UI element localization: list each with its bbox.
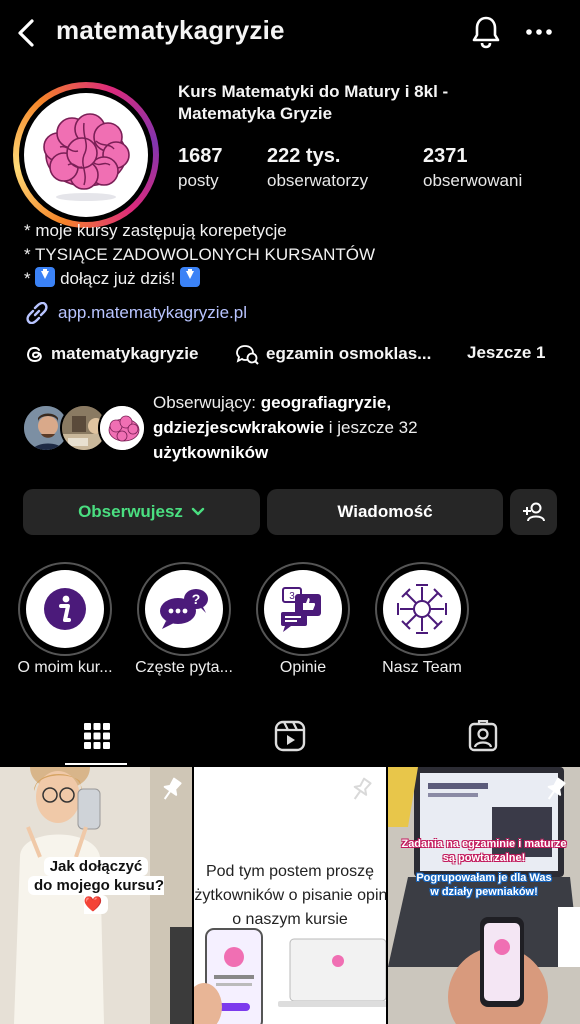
tagged-icon <box>468 720 497 752</box>
post-caption-overlay: Pod tym postem proszę użytkowników o pis… <box>194 860 386 932</box>
post-text-line: Jak dołączyć <box>43 857 149 876</box>
profile-tabs <box>0 706 580 766</box>
post-text-line: Zadania na egzaminie i maturze <box>401 838 567 850</box>
posts-grid: Jak dołączyć do mojego kursu? ❤️ Pod tym… <box>0 767 580 1024</box>
more-options-icon[interactable] <box>524 20 554 44</box>
bio-line-prefix: * <box>24 269 36 288</box>
back-arrow-icon[interactable] <box>12 16 42 50</box>
stat-following-value: 2371 <box>423 145 468 167</box>
post-text-line: do mojego kursu? ❤️ <box>27 876 164 914</box>
channel-chat-icon <box>236 345 259 365</box>
more-links-button[interactable]: Jeszcze 1 <box>467 343 545 363</box>
profile-username: matematykagryzie <box>56 15 285 45</box>
stat-followers-value: 222 tys. <box>267 145 341 167</box>
highlight-ring <box>18 562 112 656</box>
top-bar: matematykagryzie <box>0 0 580 66</box>
down-arrow-emoji-icon <box>180 267 201 287</box>
post-caption-overlay: Jak dołączyć do mojego kursu? ❤️ <box>16 857 176 914</box>
pin-icon <box>163 777 182 800</box>
bio-line: * moje kursy zastępują korepetycje <box>24 221 287 240</box>
svg-text:?: ? <box>192 591 201 607</box>
down-arrow-emoji-icon <box>35 267 56 287</box>
active-tab-indicator <box>65 763 127 765</box>
threads-profile-link[interactable]: matematykagryzie <box>24 343 198 365</box>
full-name-line2: Matematyka Gryzie <box>178 104 333 123</box>
follower-avatar <box>98 404 146 452</box>
post-caption-overlay: Zadania na egzaminie i maturze są powtar… <box>394 837 574 899</box>
highlight-ring: ? <box>137 562 231 656</box>
followers-last: użytkowników <box>153 443 269 462</box>
follower-name[interactable]: gdziezjescwkrakowie <box>153 418 324 437</box>
highlight-item[interactable]: 3 Opinie <box>256 562 350 676</box>
link-icon <box>26 302 48 324</box>
post-thumbnail[interactable]: Zadania na egzaminie i maturze są powtar… <box>388 767 580 1024</box>
message-label: Wiadomość <box>337 502 433 521</box>
tab-reels[interactable] <box>193 706 386 766</box>
suggested-users-button[interactable] <box>510 489 557 535</box>
stat-following-label: obserwowani <box>423 171 523 190</box>
highlight-ring: 3 <box>256 562 350 656</box>
post-text-line: Pod tym postem proszę <box>205 863 375 880</box>
team-icon <box>397 584 447 634</box>
threads-icon <box>27 346 42 363</box>
stat-followers-label: obserwatorzy <box>267 171 369 190</box>
svg-text:3: 3 <box>289 591 295 602</box>
more-links-label: Jeszcze 1 <box>467 343 546 362</box>
profile-full-name: Kurs Matematyki do Matury i 8kl - Matema… <box>178 81 558 125</box>
profile-links-row: matematykagryzie egzamin osmoklas... Jes… <box>24 343 580 367</box>
followers-rest: jeszcze 32 <box>337 418 418 437</box>
message-button[interactable]: Wiadomość <box>267 489 503 535</box>
mutual-followers-text: Obserwujący: geografiagryzie, gdziezjesc… <box>153 390 573 465</box>
chevron-down-icon <box>191 507 205 516</box>
followers-and: i <box>324 418 338 437</box>
stat-following[interactable]: 2371 obserwowani <box>423 143 522 193</box>
post-text-line: o naszym kursie <box>232 911 348 928</box>
post-text-line: w działy pewniaków! <box>430 886 538 898</box>
post-text-line: są powtarzalne! <box>442 852 526 864</box>
threads-handle: matematykagryzie <box>51 344 199 363</box>
followers-prefix: Obserwujący: <box>153 393 261 412</box>
stat-followers[interactable]: 222 tys. obserwatorzy <box>267 143 368 193</box>
bio-line: * dołącz już dziś! <box>24 267 375 291</box>
grid-icon <box>83 723 110 749</box>
bio-line: * TYSIĄCE ZADOWOLONYCH KURSANTÓW <box>24 245 376 264</box>
channel-name: egzamin osmoklas... <box>266 344 432 363</box>
highlight-item[interactable]: O moim kur... <box>17 562 113 676</box>
full-name-line1: Kurs Matematyki do Matury i 8kl - <box>178 82 449 101</box>
profile-avatar[interactable] <box>13 82 159 228</box>
add-user-icon <box>522 502 545 522</box>
brain-logo-icon <box>24 93 148 217</box>
website-url[interactable]: app.matematykagryzie.pl <box>58 303 247 323</box>
tab-posts-grid[interactable] <box>0 706 193 766</box>
info-icon <box>44 588 86 630</box>
stat-posts-value: 1687 <box>178 145 223 167</box>
post-thumbnail[interactable]: Pod tym postem proszę użytkowników o pis… <box>194 767 386 1024</box>
reviews-icon: 3 <box>281 587 321 632</box>
post-thumbnail[interactable]: Jak dołączyć do mojego kursu? ❤️ <box>0 767 192 1024</box>
following-button[interactable]: Obserwujesz <box>23 489 260 535</box>
faq-chat-icon: ? <box>160 589 208 629</box>
stat-posts-label: posty <box>178 171 219 190</box>
profile-bio: * moje kursy zastępują korepetycje * TYS… <box>24 219 375 291</box>
profile-website-link[interactable]: app.matematykagryzie.pl <box>24 302 247 324</box>
reels-icon <box>274 720 305 752</box>
highlight-item[interactable]: Nasz Team <box>375 562 469 676</box>
highlight-label: Nasz Team <box>382 659 462 676</box>
broadcast-channel-link[interactable]: egzamin osmoklas... <box>235 343 431 365</box>
pin-icon <box>353 777 372 800</box>
highlight-item[interactable]: ? Częste pyta... <box>135 562 233 676</box>
post-text-line: Pogrupowałam je dla Was <box>416 872 552 884</box>
highlight-ring <box>375 562 469 656</box>
post-text-line: użytkowników o pisanie opinii <box>194 887 386 904</box>
bell-icon[interactable] <box>470 14 502 50</box>
stat-posts[interactable]: 1687 posty <box>178 143 223 193</box>
pin-icon <box>547 777 566 800</box>
tab-tagged[interactable] <box>386 706 579 766</box>
bio-line-text: dołącz już dziś! <box>55 269 181 288</box>
following-label: Obserwujesz <box>78 502 183 521</box>
follower-name[interactable]: geografiagryzie, <box>261 393 391 412</box>
